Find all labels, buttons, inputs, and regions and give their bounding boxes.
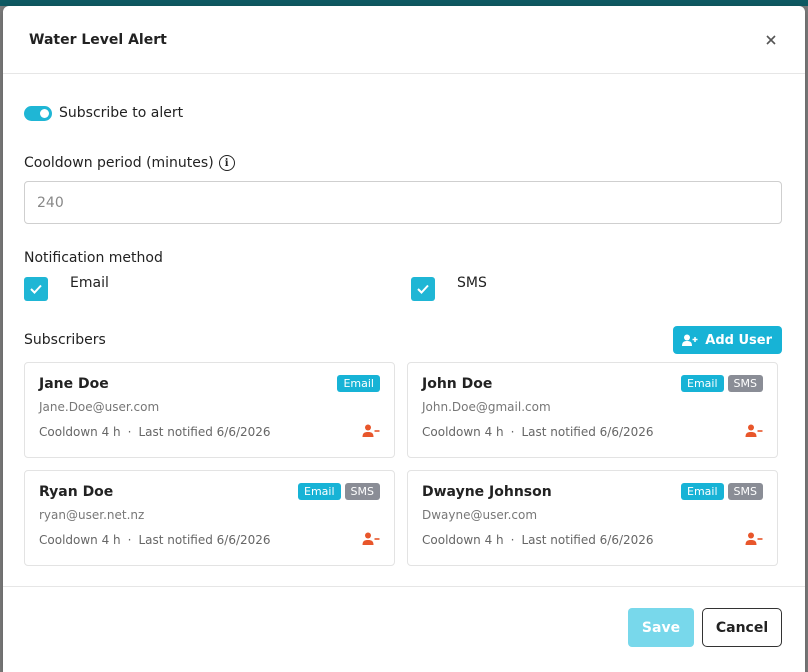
email-method-label: Email	[70, 275, 109, 291]
subscriber-card: Jane Doe Jane.Doe@user.com Cooldown 4 h ·…	[24, 362, 395, 458]
email-badge: Email	[681, 483, 724, 500]
modal-header: Water Level Alert	[3, 6, 805, 74]
subscriber-email: ryan@user.net.nz	[39, 508, 145, 522]
remove-user-icon[interactable]	[362, 532, 380, 546]
subscriber-meta: Cooldown 4 h · Last notified 6/6/2026	[39, 425, 271, 439]
subscriber-badges: Email SMS	[298, 483, 380, 500]
alert-modal: Water Level Alert Subscribe to alert Coo…	[3, 6, 805, 672]
subscriber-badges: Email	[337, 375, 380, 392]
subscribe-toggle[interactable]	[24, 105, 52, 121]
email-checkbox[interactable]	[24, 277, 48, 301]
subscribe-row: Subscribe to alert	[24, 105, 784, 121]
notification-method-label: Notification method	[24, 250, 163, 266]
close-icon	[766, 34, 776, 45]
subscribe-label: Subscribe to alert	[59, 105, 184, 121]
subscribers-label: Subscribers	[24, 332, 106, 348]
subscriber-meta: Cooldown 4 h · Last notified 6/6/2026	[422, 533, 654, 547]
modal-title: Water Level Alert	[29, 31, 167, 48]
cooldown-label: Cooldown period (minutes)	[24, 155, 214, 171]
subscriber-list: Jane Doe Jane.Doe@user.com Cooldown 4 h ·…	[24, 362, 784, 566]
subscriber-last-notified: Last notified 6/6/2026	[521, 533, 654, 547]
email-badge: Email	[337, 375, 380, 392]
info-icon[interactable]: i	[218, 155, 235, 171]
sms-checkbox[interactable]	[411, 277, 435, 301]
subscriber-card: Dwayne Johnson Dwayne@user.com Cooldown …	[407, 470, 778, 566]
subscriber-card: Ryan Doe ryan@user.net.nz Cooldown 4 h · L…	[24, 470, 395, 566]
close-button[interactable]	[761, 30, 781, 50]
add-user-icon	[682, 334, 698, 346]
modal-body: Subscribe to alert Cooldown period (minu…	[3, 105, 805, 566]
add-user-label: Add User	[705, 332, 772, 348]
sms-badge: SMS	[727, 483, 763, 500]
subscriber-last-notified: Last notified 6/6/2026	[521, 425, 654, 439]
subscriber-email: John.Doe@gmail.com	[422, 400, 551, 414]
cooldown-label-row: Cooldown period (minutes) i	[24, 155, 784, 171]
check-icon	[30, 284, 42, 294]
subscriber-name: Jane Doe	[39, 376, 109, 392]
subscriber-meta: Cooldown 4 h · Last notified 6/6/2026	[422, 425, 654, 439]
subscriber-last-notified: Last notified 6/6/2026	[138, 533, 271, 547]
method-sms[interactable]: SMS	[411, 275, 487, 301]
email-badge: Email	[298, 483, 341, 500]
remove-user-icon[interactable]	[745, 532, 763, 546]
sms-badge: SMS	[344, 483, 380, 500]
subscriber-email: Jane.Doe@user.com	[39, 400, 160, 414]
subscriber-cooldown: Cooldown 4 h	[422, 425, 504, 439]
sms-badge: SMS	[727, 375, 763, 392]
method-email[interactable]: Email	[24, 275, 109, 301]
check-icon	[417, 284, 429, 294]
cooldown-input[interactable]	[24, 181, 782, 224]
subscriber-cooldown: Cooldown 4 h	[39, 425, 121, 439]
remove-user-icon[interactable]	[362, 424, 380, 438]
subscriber-card: John Doe John.Doe@gmail.com Cooldown 4 h…	[407, 362, 778, 458]
subscriber-last-notified: Last notified 6/6/2026	[138, 425, 271, 439]
toggle-knob	[40, 108, 49, 118]
subscribers-header: Subscribers Add User	[24, 326, 784, 354]
subscriber-meta: Cooldown 4 h · Last notified 6/6/2026	[39, 533, 271, 547]
notification-methods: Email SMS	[24, 275, 784, 306]
subscriber-cooldown: Cooldown 4 h	[39, 533, 121, 547]
subscriber-badges: Email SMS	[681, 483, 763, 500]
modal-footer: Save Cancel	[3, 586, 805, 672]
subscriber-cooldown: Cooldown 4 h	[422, 533, 504, 547]
save-button[interactable]: Save	[628, 608, 694, 647]
remove-user-icon[interactable]	[745, 424, 763, 438]
sms-method-label: SMS	[457, 275, 487, 291]
add-user-button[interactable]: Add User	[673, 326, 782, 354]
subscriber-badges: Email SMS	[681, 375, 763, 392]
email-badge: Email	[681, 375, 724, 392]
cancel-button[interactable]: Cancel	[702, 608, 782, 647]
subscriber-email: Dwayne@user.com	[422, 508, 538, 522]
